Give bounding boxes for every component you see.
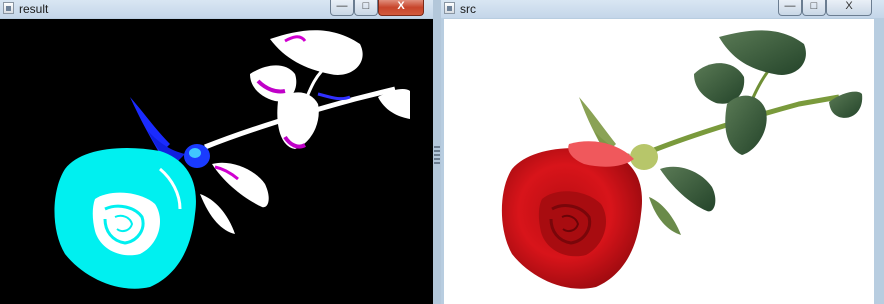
src-rose-image [444, 19, 874, 304]
result-rose-image [0, 19, 433, 304]
result-titlebar[interactable]: result — □ X [0, 0, 433, 18]
src-window[interactable]: src — □ X [441, 0, 884, 304]
minimize-button[interactable]: — [778, 0, 802, 16]
src-image-area [444, 19, 874, 304]
maximize-button[interactable]: □ [802, 0, 826, 16]
maximize-button[interactable]: □ [354, 0, 378, 16]
window-icon [444, 2, 455, 14]
src-window-title: src [460, 2, 476, 16]
splitter-grip-icon[interactable] [434, 146, 440, 166]
close-button[interactable]: X [826, 0, 872, 16]
close-button[interactable]: X [378, 0, 424, 16]
minimize-button[interactable]: — [330, 0, 354, 16]
window-icon [3, 2, 14, 14]
result-window-title: result [19, 2, 49, 16]
result-image-area [0, 19, 433, 304]
result-window[interactable]: result — □ X [0, 0, 433, 304]
src-titlebar[interactable]: src — □ X [441, 0, 884, 18]
